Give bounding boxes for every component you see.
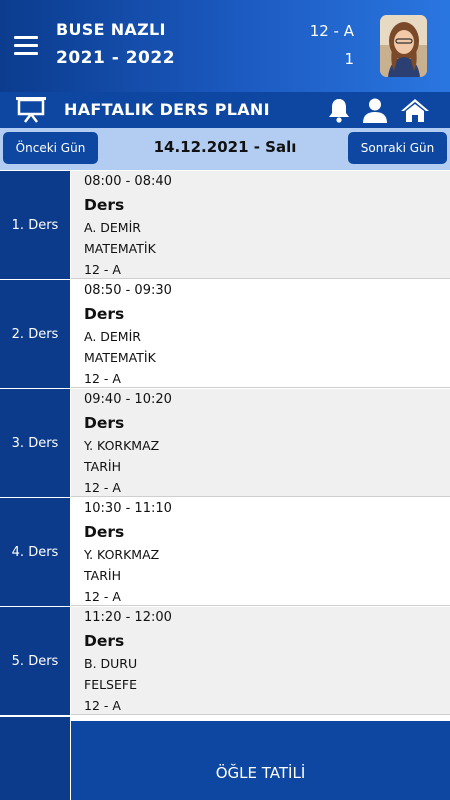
lesson-time: 11:20 - 12:00 [84, 610, 172, 625]
lesson-time: 08:00 - 08:40 [84, 174, 172, 189]
lesson-teacher: B. DURU [84, 656, 138, 671]
student-name: BUSE NAZLI [56, 20, 166, 39]
lesson-subject: FELSEFE [84, 677, 137, 692]
title-bar: HAFTALIK DERS PLANI [0, 92, 450, 128]
hamburger-menu-icon[interactable] [14, 36, 38, 56]
lesson-number: 5. Ders [0, 607, 70, 715]
lesson-subject: TARİH [84, 459, 121, 474]
lesson-card[interactable]: 09:40 - 10:20 Ders Y. KORKMAZ TARİH 12 -… [71, 389, 450, 497]
lesson-time: 08:50 - 09:30 [84, 283, 172, 298]
lesson-subject: TARİH [84, 568, 121, 583]
school-year: 2021 - 2022 [56, 48, 176, 68]
lesson-subject: MATEMATİK [84, 350, 156, 365]
lesson-number: 2. Ders [0, 280, 70, 388]
user-icon[interactable] [362, 97, 388, 127]
lunch-row-label [0, 717, 70, 800]
class-name: 12 - A [309, 22, 354, 40]
lesson-card[interactable]: 10:30 - 11:10 Ders Y. KORKMAZ TARİH 12 -… [71, 498, 450, 606]
lesson-class: 12 - A [84, 371, 121, 386]
presentation-board-icon [15, 95, 47, 127]
lesson-class: 12 - A [84, 698, 121, 713]
lesson-number: 1. Ders [0, 171, 70, 279]
lesson-type: Ders [84, 632, 125, 650]
lesson-class: 12 - A [84, 262, 121, 277]
lesson-row[interactable]: 1. Ders 08:00 - 08:40 Ders A. DEMİR MATE… [0, 171, 450, 280]
lesson-row[interactable]: 5. Ders 11:20 - 12:00 Ders B. DURU FELSE… [0, 607, 450, 716]
lesson-type: Ders [84, 196, 125, 214]
lesson-row[interactable]: 2. Ders 08:50 - 09:30 Ders A. DEMİR MATE… [0, 280, 450, 389]
next-day-button[interactable]: Sonraki Gün [348, 132, 447, 164]
lesson-card[interactable]: 08:00 - 08:40 Ders A. DEMİR MATEMATİK 12… [71, 171, 450, 279]
lesson-teacher: A. DEMİR [84, 329, 141, 344]
lesson-time: 10:30 - 11:10 [84, 501, 172, 516]
lesson-subject: MATEMATİK [84, 241, 156, 256]
lunch-break-card[interactable]: ÖĞLE TATİLİ [71, 719, 450, 800]
bell-icon[interactable] [326, 97, 352, 127]
lesson-number: 3. Ders [0, 389, 70, 497]
app-header: BUSE NAZLI 2021 - 2022 12 - A 1 [0, 0, 450, 92]
lesson-teacher: Y. KORKMAZ [84, 547, 160, 562]
lesson-teacher: A. DEMİR [84, 220, 141, 235]
home-icon[interactable] [400, 97, 430, 127]
lesson-time: 09:40 - 10:20 [84, 392, 172, 407]
class-number: 1 [344, 50, 354, 68]
lesson-number: 4. Ders [0, 498, 70, 606]
lesson-type: Ders [84, 414, 125, 432]
date-bar: Önceki Gün 14.12.2021 - Salı Sonraki Gün [0, 128, 450, 170]
lesson-type: Ders [84, 523, 125, 541]
lesson-class: 12 - A [84, 589, 121, 604]
lesson-type: Ders [84, 305, 125, 323]
lesson-card[interactable]: 11:20 - 12:00 Ders B. DURU FELSEFE 12 - … [71, 607, 450, 715]
lesson-row[interactable]: 4. Ders 10:30 - 11:10 Ders Y. KORKMAZ TA… [0, 498, 450, 607]
lesson-class: 12 - A [84, 480, 121, 495]
page-title: HAFTALIK DERS PLANI [64, 100, 270, 119]
avatar[interactable] [380, 15, 427, 77]
lesson-row[interactable]: 3. Ders 09:40 - 10:20 Ders Y. KORKMAZ TA… [0, 389, 450, 498]
lesson-teacher: Y. KORKMAZ [84, 438, 160, 453]
lesson-card[interactable]: 08:50 - 09:30 Ders A. DEMİR MATEMATİK 12… [71, 280, 450, 388]
